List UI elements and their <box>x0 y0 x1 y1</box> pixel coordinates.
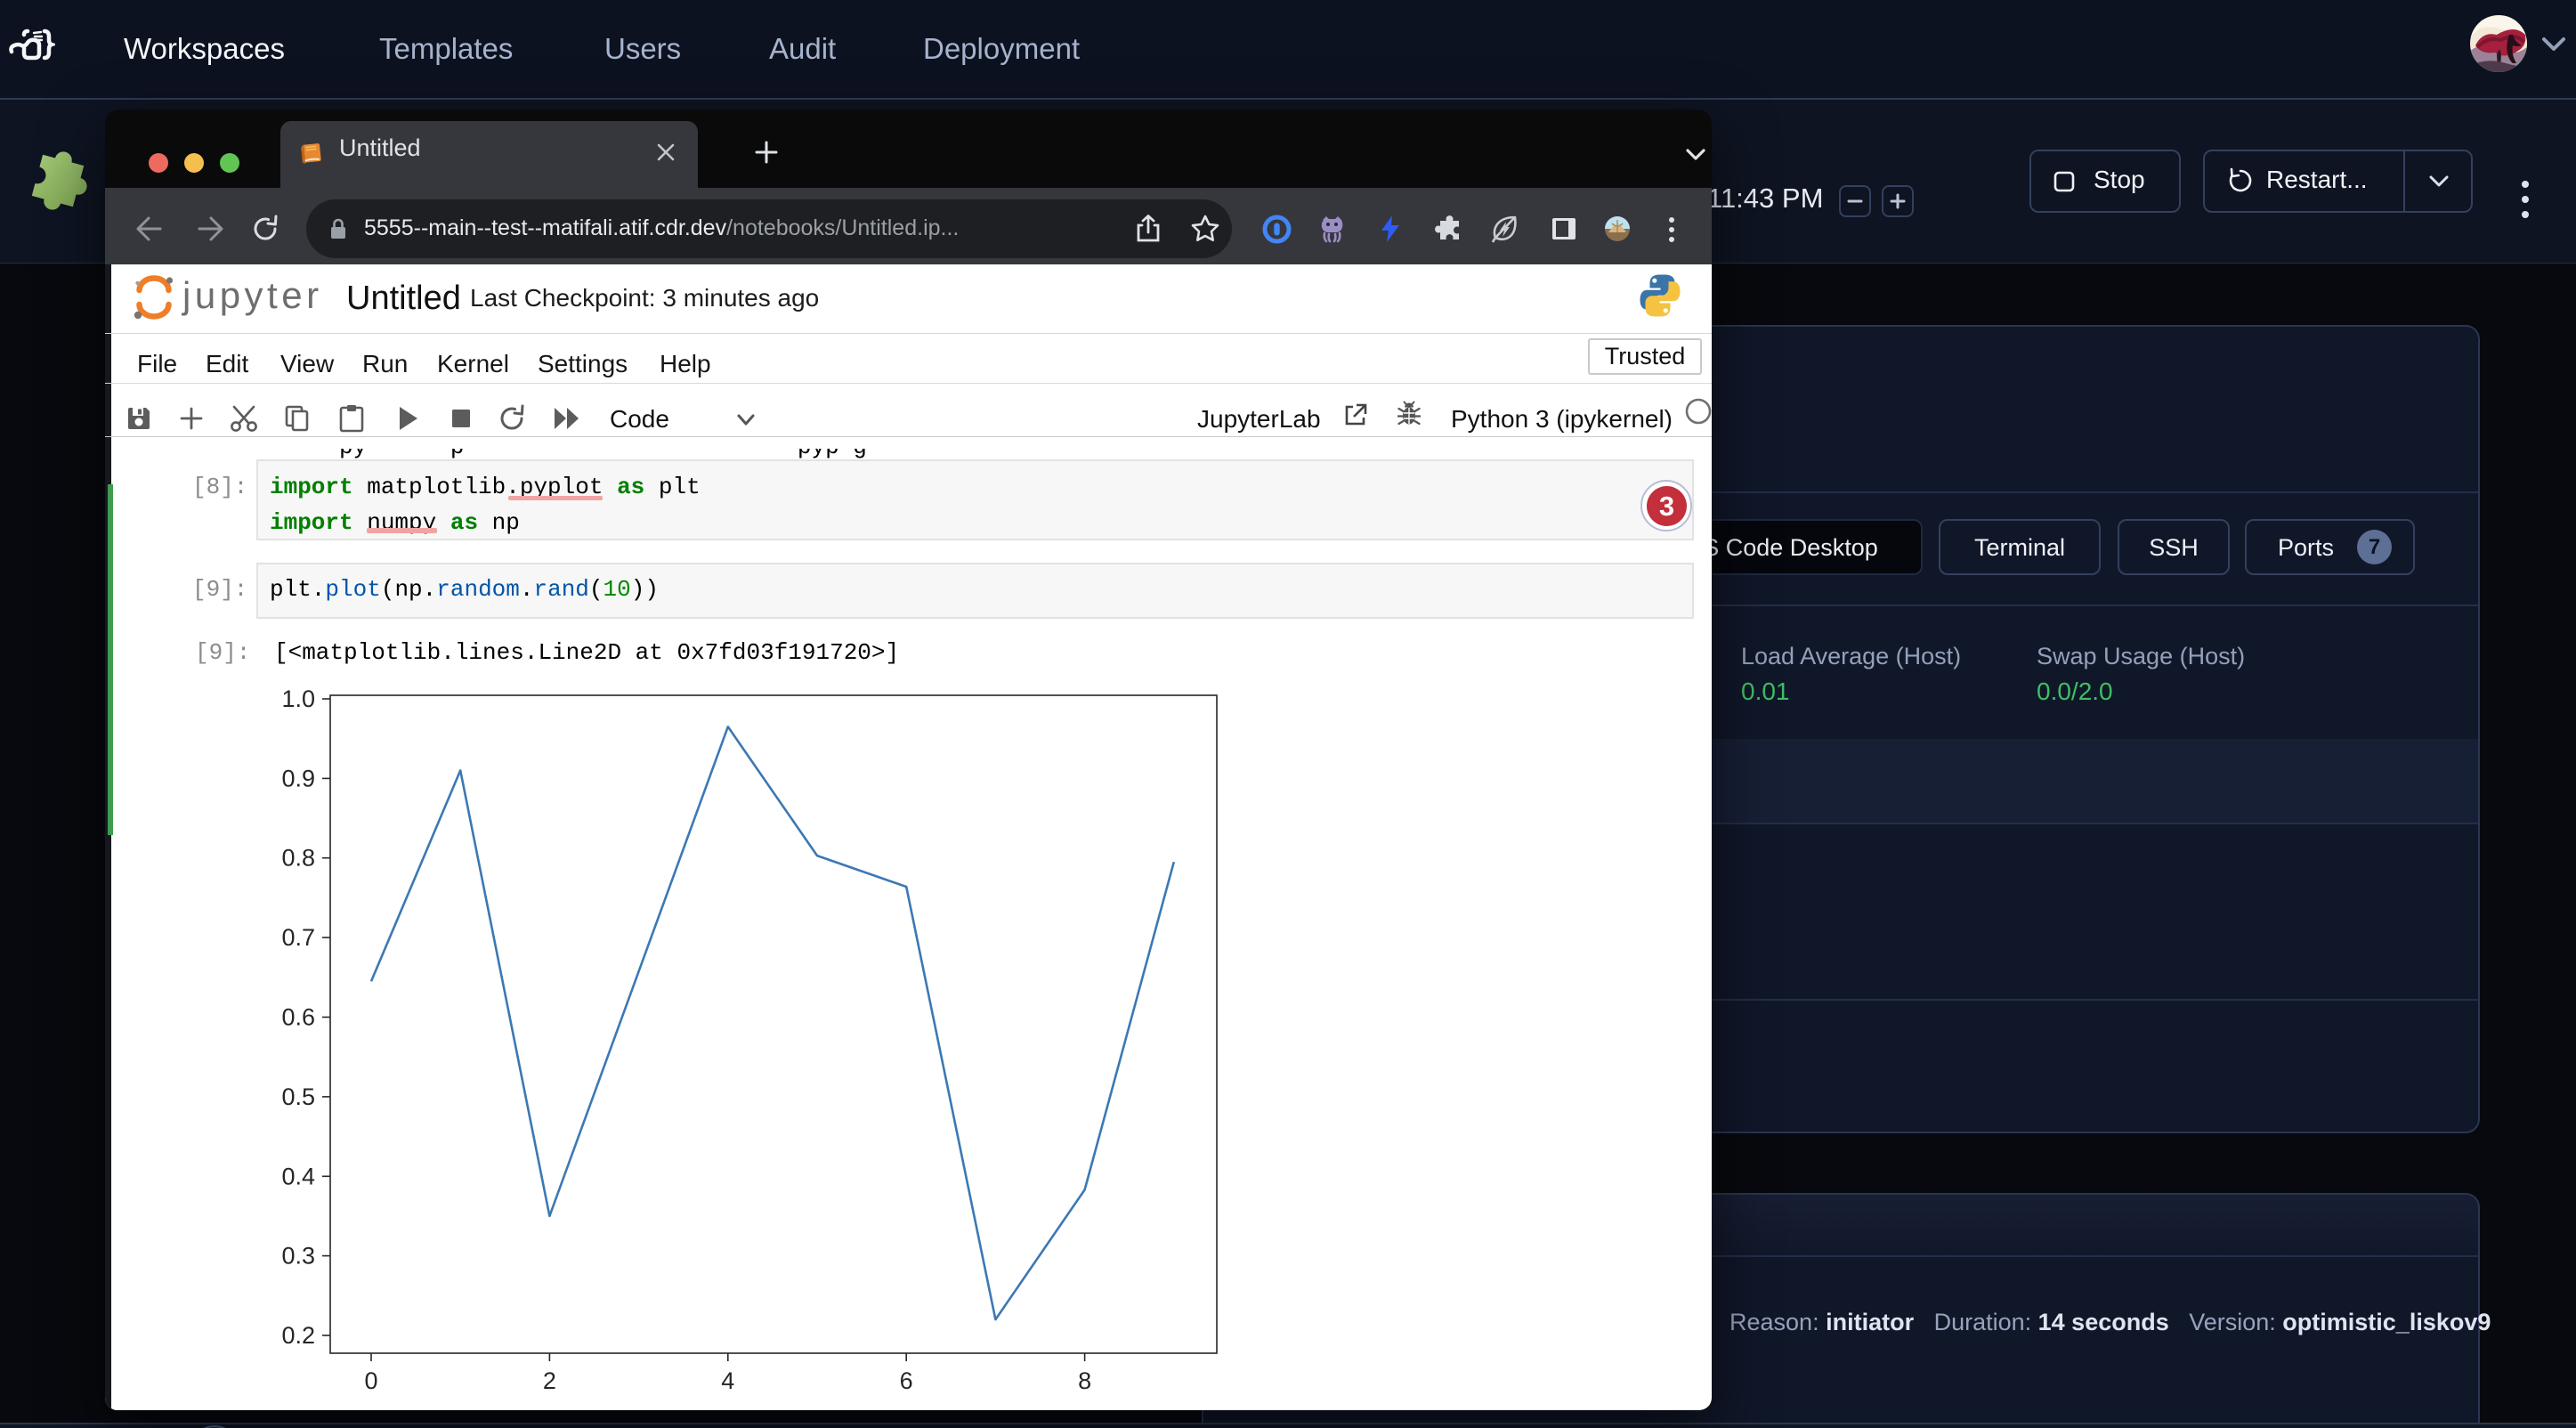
svg-text:1.0: 1.0 <box>281 686 315 712</box>
svg-text:0.4: 0.4 <box>281 1163 315 1189</box>
svg-text:0.8: 0.8 <box>281 845 315 872</box>
svg-text:0: 0 <box>364 1367 377 1394</box>
svg-text:4: 4 <box>721 1367 734 1394</box>
svg-text:6: 6 <box>900 1367 913 1394</box>
svg-text:0.9: 0.9 <box>281 765 315 791</box>
svg-text:0.6: 0.6 <box>281 1004 315 1031</box>
svg-text:0.2: 0.2 <box>281 1322 315 1349</box>
svg-text:0.7: 0.7 <box>281 924 315 951</box>
svg-text:8: 8 <box>1078 1367 1091 1394</box>
svg-text:2: 2 <box>543 1367 556 1394</box>
svg-text:0.5: 0.5 <box>281 1083 315 1110</box>
svg-text:0.3: 0.3 <box>281 1243 315 1270</box>
